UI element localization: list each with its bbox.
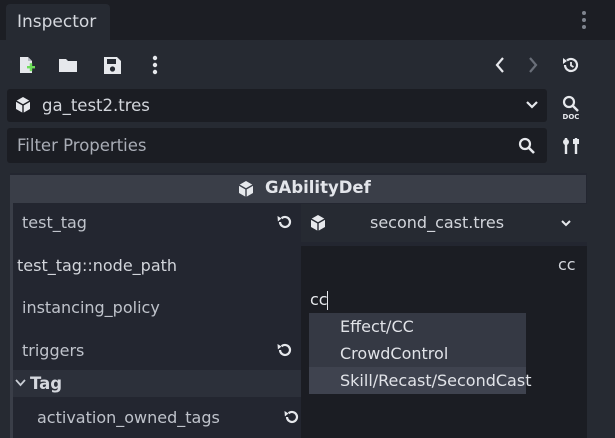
autocomplete-item[interactable]: Effect/CC (309, 313, 526, 340)
tab-menu-icon[interactable] (578, 9, 590, 31)
node-path-field[interactable]: cc (301, 246, 587, 283)
autocomplete-item-label: CrowdControl (340, 344, 449, 363)
revert-icon[interactable] (283, 408, 301, 426)
doc-icon[interactable]: DOC (556, 92, 586, 122)
autocomplete-item-label: Effect/CC (340, 317, 414, 336)
object-header: GAbilityDef (13, 175, 586, 203)
forward-icon[interactable] (520, 52, 546, 78)
tab-bar: Inspector (0, 0, 615, 40)
tab-label: Inspector (17, 12, 97, 32)
revert-icon[interactable] (276, 341, 294, 359)
autocomplete-item[interactable]: Skill/Recast/SecondCast (309, 367, 531, 394)
scroll-indicator (10, 175, 13, 438)
text-cursor (327, 291, 328, 310)
chevron-down-icon[interactable] (560, 219, 572, 228)
chevron-down-icon[interactable] (525, 100, 539, 110)
save-icon[interactable] (99, 52, 125, 78)
tools-icon[interactable] (558, 133, 584, 159)
autocomplete-item-label: Skill/Recast/SecondCast (340, 371, 532, 390)
prop-label-test-tag: test_tag (22, 213, 87, 232)
test-tag-resource-picker[interactable]: second_cast.tres (301, 204, 587, 242)
autocomplete-input-text[interactable]: cc (310, 290, 328, 309)
filter-properties-field[interactable]: Filter Properties (7, 128, 547, 163)
object-class-title: GAbilityDef (265, 178, 371, 197)
search-icon (518, 137, 535, 154)
section-label-tag: Tag (30, 374, 63, 393)
svg-text:DOC: DOC (563, 113, 580, 120)
prop-label-node-path: test_tag::node_path (17, 256, 178, 275)
more-options-icon[interactable] (142, 52, 168, 78)
resource-cube-icon (15, 97, 31, 113)
prop-label-activation-owned-tags: activation_owned_tags (37, 408, 220, 427)
class-cube-icon (238, 181, 254, 197)
new-resource-icon[interactable] (13, 52, 39, 78)
tag-section-header[interactable]: Tag (10, 370, 301, 397)
autocomplete-item[interactable]: CrowdControl (309, 340, 526, 367)
filter-placeholder: Filter Properties (17, 136, 147, 155)
prop-value-test-tag: second_cast.tres (370, 213, 505, 232)
resource-cube-icon (310, 215, 326, 231)
chevron-down-icon (15, 379, 26, 387)
open-folder-icon[interactable] (55, 52, 81, 78)
tab-inspector[interactable]: Inspector (6, 4, 110, 40)
history-icon[interactable] (558, 52, 584, 78)
prop-value-node-path: cc (558, 255, 576, 274)
prop-label-instancing-policy: instancing_policy (22, 298, 160, 317)
back-icon[interactable] (487, 52, 513, 78)
resource-selector[interactable]: ga_test2.tres (7, 89, 547, 122)
prop-label-triggers: triggers (22, 341, 85, 360)
resource-name: ga_test2.tres (42, 96, 150, 115)
revert-icon[interactable] (276, 213, 294, 231)
